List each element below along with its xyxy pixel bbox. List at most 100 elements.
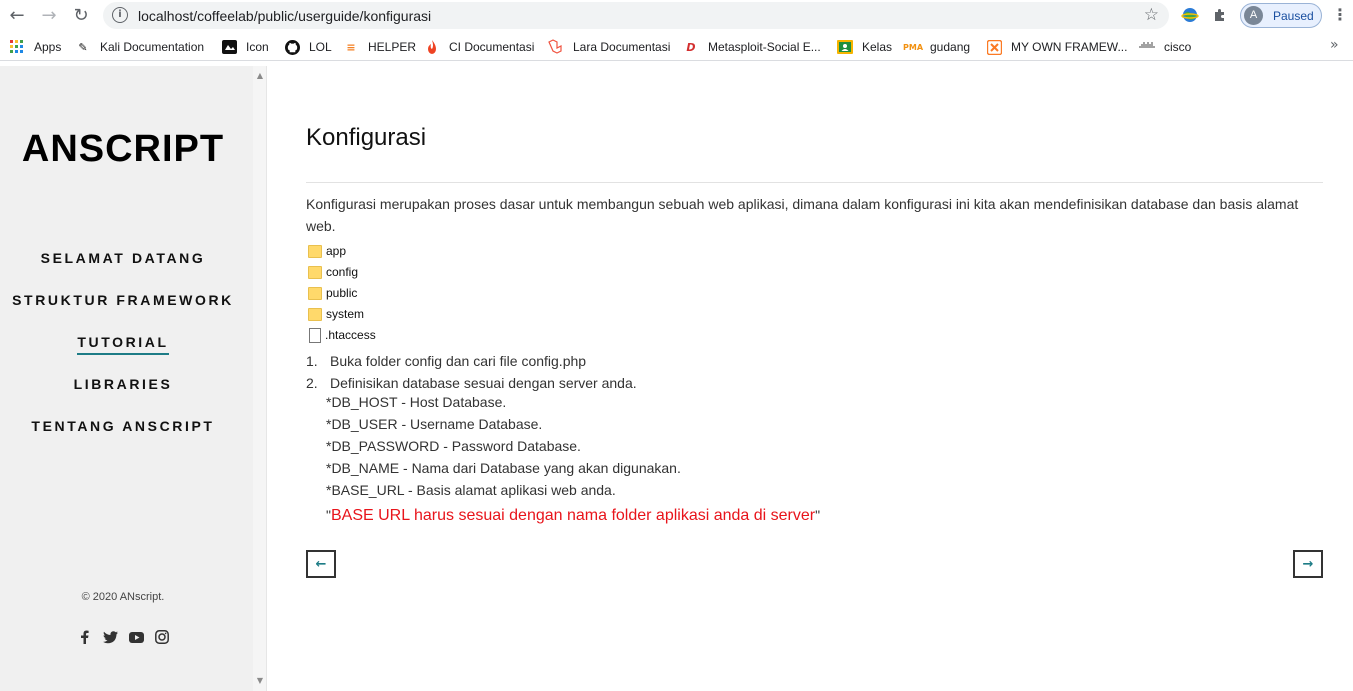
arrow-right-icon: → (1302, 556, 1314, 572)
social-links (76, 629, 176, 647)
intro-paragraph: Konfigurasi merupakan proses dasar untuk… (306, 196, 1299, 234)
bookmark-label: gudang (930, 40, 971, 54)
codeigniter-icon (424, 39, 440, 55)
bookmark-kelas[interactable]: Kelas (837, 39, 892, 55)
bookmark-label: LOL (309, 40, 332, 54)
tree-item: system (308, 306, 364, 322)
file-icon (309, 327, 321, 343)
sidebar-scrollbar[interactable]: ▲ ▼ (253, 66, 267, 691)
stackoverflow-icon: ≡ (346, 40, 356, 54)
scroll-down-icon[interactable]: ▼ (253, 675, 267, 687)
bookmark-laravel[interactable]: Lara Documentasi (548, 39, 670, 55)
folder-icon (308, 286, 322, 300)
bookmark-kali[interactable]: ✎ Kali Documentation (75, 39, 204, 55)
back-arrow-icon[interactable]: ← (5, 4, 29, 26)
avatar: A (1244, 6, 1263, 25)
instagram-icon[interactable] (154, 629, 170, 645)
bookmark-icon-site[interactable]: Icon (221, 39, 269, 55)
folder-icon (308, 307, 322, 321)
extension-globe-icon[interactable] (1180, 5, 1200, 25)
bookmark-label: Lara Documentasi (573, 40, 671, 54)
sidebar-item-tentang-anscript[interactable]: TENTANG ANSCRIPT (0, 418, 246, 434)
bookmark-label: Metasploit-Social E... (708, 40, 821, 54)
bookmark-lol[interactable]: LOL (284, 39, 332, 55)
config-detail: *DB_PASSWORD - Password Database. (326, 438, 581, 454)
scroll-up-icon[interactable]: ▲ (253, 70, 267, 82)
quote-close: " (815, 507, 821, 523)
brand-logo[interactable]: ANSCRIPT (0, 128, 246, 171)
classroom-icon (837, 39, 853, 55)
sidebar-item-label: LIBRARIES (73, 376, 173, 392)
youtube-icon[interactable] (128, 629, 144, 645)
arrow-left-icon: ← (315, 556, 327, 572)
next-page-button[interactable]: → (1293, 550, 1323, 578)
sidebar-item-struktur-framework[interactable]: STRUKTUR FRAMEWORK (0, 292, 246, 308)
warning-note: "BASE URL harus sesuai dengan nama folde… (326, 507, 820, 525)
sidebar-item-label: TUTORIAL (77, 334, 169, 355)
bookmark-cisco[interactable]: cisco (1139, 39, 1191, 55)
more-bookmarks-icon[interactable]: » (1330, 37, 1339, 53)
bookmark-label: cisco (1164, 40, 1192, 54)
bookmark-label: HELPER (368, 40, 417, 54)
sidebar-item-selamat-datang[interactable]: SELAMAT DATANG (0, 250, 246, 266)
bookmark-label: Kelas (862, 40, 893, 54)
folder-icon (308, 244, 322, 258)
kali-icon: ✎ (78, 40, 88, 54)
tree-item-name: public (326, 286, 358, 300)
apps-grid-icon (9, 39, 25, 55)
twitter-icon[interactable] (102, 629, 118, 645)
step-text: Buka folder config dan cari file config.… (330, 353, 587, 369)
config-detail: *DB_NAME - Nama dari Database yang akan … (326, 460, 681, 476)
list-item: 1. Buka folder config dan cari file confi… (306, 350, 586, 372)
main-content: Konfigurasi Konfigurasi merupakan proses… (268, 66, 1353, 691)
tree-item-name: app (326, 244, 347, 258)
tree-item: app (308, 243, 346, 259)
list-item: 2. Definisikan database sesuai dengan ser… (306, 372, 637, 394)
sidebar: ANSCRIPT SELAMAT DATANG STRUKTUR FRAMEWO… (0, 66, 253, 691)
config-detail: *BASE_URL - Basis alamat aplikasi web an… (326, 482, 616, 498)
metasploit-icon: D (686, 40, 696, 54)
sidebar-item-libraries[interactable]: LIBRARIES (0, 376, 246, 392)
icon-site-icon (221, 39, 237, 55)
profile-status: Paused (1273, 9, 1314, 23)
bookmark-metasploit[interactable]: D Metasploit-Social E... (683, 39, 821, 55)
warning-text: BASE URL harus sesuai dengan nama folder… (330, 507, 816, 524)
prev-page-button[interactable]: ← (306, 550, 336, 578)
profile-button[interactable]: A Paused (1240, 3, 1322, 28)
folder-icon (308, 265, 322, 279)
browser-menu-icon[interactable]: ⋮ (1332, 6, 1348, 24)
bookmark-label: Apps (34, 40, 62, 54)
url-text[interactable]: localhost/coffeelab/public/userguide/kon… (138, 8, 431, 24)
copyright-text: © 2020 ANscript. (81, 591, 165, 603)
forward-arrow-icon[interactable]: → (37, 4, 61, 26)
tree-item-name: config (326, 265, 359, 279)
bookmark-label: Kali Documentation (100, 40, 205, 54)
xampp-icon (986, 39, 1002, 55)
bookmark-helper[interactable]: ≡ HELPER (343, 39, 416, 55)
site-info-icon[interactable]: i (112, 7, 128, 23)
bookmark-label: MY OWN FRAMEW... (1011, 40, 1128, 54)
bookmark-apps[interactable]: Apps (9, 39, 61, 55)
sidebar-item-label: STRUKTUR FRAMEWORK (12, 292, 234, 308)
bookmark-star-icon[interactable]: ☆ (1144, 5, 1159, 25)
tree-item: config (308, 264, 358, 280)
phpmyadmin-icon: PMA (903, 42, 924, 52)
facebook-icon[interactable] (76, 629, 92, 645)
page-title: Konfigurasi (306, 124, 427, 151)
sidebar-item-tutorial[interactable]: TUTORIAL (0, 334, 246, 355)
bookmarks-bar: Apps ✎ Kali Documentation Icon LOL ≡ HELPE… (0, 33, 1353, 61)
config-detail: *DB_HOST - Host Database. (326, 394, 507, 410)
bookmark-gudang[interactable]: PMA gudang (903, 39, 971, 55)
address-bar[interactable]: i localhost/coffeelab/public/userguide/k… (103, 2, 1169, 29)
extensions-puzzle-icon[interactable] (1211, 5, 1231, 25)
tree-item: public (308, 285, 357, 301)
bookmark-framework[interactable]: MY OWN FRAMEW... (986, 39, 1127, 55)
divider (306, 182, 1323, 183)
bookmark-label: CI Documentasi (449, 40, 535, 54)
sidebar-item-label: TENTANG ANSCRIPT (31, 418, 215, 434)
reload-icon[interactable]: ↻ (69, 4, 93, 26)
config-detail: *DB_USER - Username Database. (326, 416, 543, 432)
step-number: 1. (306, 353, 318, 369)
laravel-icon (548, 39, 564, 55)
bookmark-ci[interactable]: CI Documentasi (424, 39, 534, 55)
